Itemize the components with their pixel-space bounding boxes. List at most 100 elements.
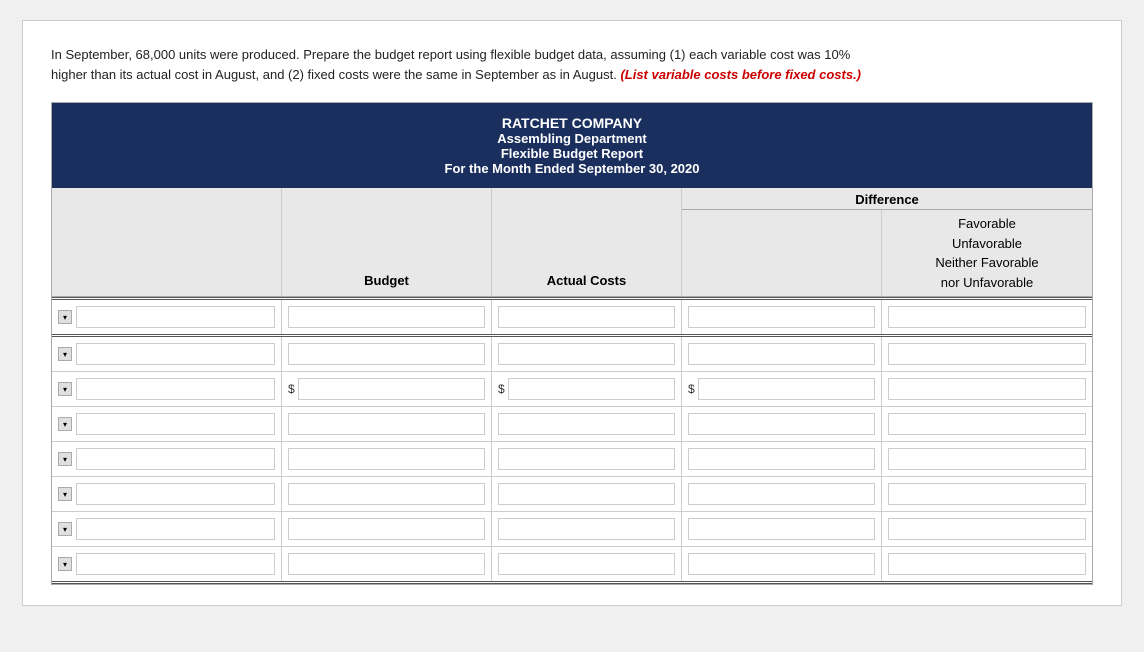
budget-input[interactable] xyxy=(288,343,485,365)
label-input[interactable] xyxy=(76,378,275,400)
actual-input[interactable] xyxy=(508,378,675,400)
dollar-sign-actual: $ xyxy=(498,382,505,396)
dollar-sign-budget: $ xyxy=(288,382,295,396)
dropdown-arrow[interactable]: ▾ xyxy=(58,487,72,501)
table-row: ▾ xyxy=(52,477,1092,512)
budget-cell xyxy=(282,547,492,581)
diff-amount-input[interactable] xyxy=(688,483,875,505)
diff-amount-cell xyxy=(682,442,882,476)
difference-label: Difference xyxy=(682,188,1092,210)
actual-cell xyxy=(492,512,682,546)
row-label-cell: ▾ xyxy=(52,337,282,371)
label-input[interactable] xyxy=(76,553,275,575)
dropdown-arrow[interactable]: ▾ xyxy=(58,452,72,466)
budget-input[interactable] xyxy=(288,448,485,470)
intro-text-line2: higher than its actual cost in August, a… xyxy=(51,67,861,82)
actual-input[interactable] xyxy=(498,413,675,435)
diff-amount-cell xyxy=(682,300,882,334)
diff-type-input[interactable] xyxy=(888,378,1086,400)
label-input[interactable] xyxy=(76,413,275,435)
actual-cell: $ xyxy=(492,372,682,406)
budget-input[interactable] xyxy=(288,553,485,575)
row-label-cell: ▾ xyxy=(52,442,282,476)
row-label-cell: ▾ xyxy=(52,477,282,511)
diff-amount-input[interactable] xyxy=(688,413,875,435)
budget-column-header: Budget xyxy=(282,188,492,296)
department-name: Assembling Department xyxy=(62,131,1082,146)
difference-column-header: Difference Favorable Unfavorable Neither… xyxy=(682,188,1092,296)
diff-amount-input[interactable] xyxy=(688,448,875,470)
dropdown-arrow[interactable]: ▾ xyxy=(58,417,72,431)
budget-input[interactable] xyxy=(288,306,485,328)
label-input[interactable] xyxy=(76,518,275,540)
table-row: ▾ xyxy=(52,297,1092,337)
row-label-cell: ▾ xyxy=(52,512,282,546)
actual-input[interactable] xyxy=(498,448,675,470)
diff-amount-cell xyxy=(682,547,882,581)
diff-type-cell xyxy=(882,442,1092,476)
diff-type-input[interactable] xyxy=(888,483,1086,505)
actual-cell xyxy=(492,337,682,371)
budget-input[interactable] xyxy=(288,413,485,435)
actual-cell xyxy=(492,407,682,441)
row-label-cell: ▾ xyxy=(52,372,282,406)
diff-amount-input[interactable] xyxy=(698,378,875,400)
actual-cell xyxy=(492,477,682,511)
label-input[interactable] xyxy=(76,343,275,365)
budget-input[interactable] xyxy=(288,518,485,540)
label-input[interactable] xyxy=(76,483,275,505)
diff-type-input[interactable] xyxy=(888,448,1086,470)
table-row: ▾ xyxy=(52,547,1092,584)
budget-cell xyxy=(282,512,492,546)
row-label-cell: ▾ xyxy=(52,407,282,441)
diff-type-input[interactable] xyxy=(888,518,1086,540)
diff-type-cell xyxy=(882,512,1092,546)
italic-instruction: (List variable costs before fixed costs.… xyxy=(620,67,861,82)
label-input[interactable] xyxy=(76,448,275,470)
diff-amount-cell xyxy=(682,337,882,371)
budget-input[interactable] xyxy=(288,483,485,505)
column-headers: Budget Actual Costs Difference Favorable… xyxy=(52,188,1092,297)
table-row: ▾ xyxy=(52,407,1092,442)
diff-type-cell xyxy=(882,300,1092,334)
actual-input[interactable] xyxy=(498,306,675,328)
diff-amount-subheader xyxy=(682,210,882,296)
actual-input[interactable] xyxy=(498,483,675,505)
dropdown-arrow[interactable]: ▾ xyxy=(58,347,72,361)
actual-input[interactable] xyxy=(498,553,675,575)
dropdown-arrow[interactable]: ▾ xyxy=(58,557,72,571)
dropdown-arrow[interactable]: ▾ xyxy=(58,382,72,396)
actual-input[interactable] xyxy=(498,518,675,540)
diff-type-cell xyxy=(882,547,1092,581)
actual-cell xyxy=(492,300,682,334)
diff-type-cell xyxy=(882,407,1092,441)
difference-sub-header: Favorable Unfavorable Neither Favorable … xyxy=(682,210,1092,296)
intro-text-line1: In September, 68,000 units were produced… xyxy=(51,47,850,62)
diff-type-cell xyxy=(882,337,1092,371)
diff-amount-input[interactable] xyxy=(688,553,875,575)
row-label-cell: ▾ xyxy=(52,547,282,581)
actual-column-header: Actual Costs xyxy=(492,188,682,296)
diff-amount-input[interactable] xyxy=(688,518,875,540)
page-container: In September, 68,000 units were produced… xyxy=(22,20,1122,606)
diff-type-input[interactable] xyxy=(888,413,1086,435)
budget-cell xyxy=(282,407,492,441)
label-column-header xyxy=(52,188,282,296)
budget-cell xyxy=(282,442,492,476)
actual-input[interactable] xyxy=(498,343,675,365)
dropdown-arrow[interactable]: ▾ xyxy=(58,522,72,536)
budget-cell xyxy=(282,337,492,371)
budget-input[interactable] xyxy=(298,378,485,400)
label-input[interactable] xyxy=(76,306,275,328)
diff-type-input[interactable] xyxy=(888,343,1086,365)
dropdown-arrow[interactable]: ▾ xyxy=(58,310,72,324)
diff-type-input[interactable] xyxy=(888,553,1086,575)
company-name: RATCHET COMPANY xyxy=(62,115,1082,131)
report-header: RATCHET COMPANY Assembling Department Fl… xyxy=(52,103,1092,188)
diff-type-input[interactable] xyxy=(888,306,1086,328)
diff-amount-input[interactable] xyxy=(688,343,875,365)
intro-paragraph: In September, 68,000 units were produced… xyxy=(51,45,1093,84)
table-row: ▾ xyxy=(52,337,1092,372)
diff-amount-input[interactable] xyxy=(688,306,875,328)
data-rows: ▾ ▾ xyxy=(52,297,1092,584)
